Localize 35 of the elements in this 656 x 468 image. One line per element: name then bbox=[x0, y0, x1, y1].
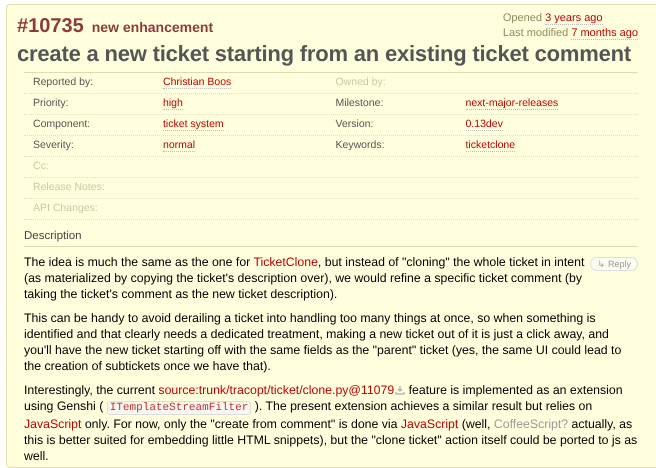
field-label: Priority: bbox=[33, 96, 70, 112]
field-value-link[interactable]: high bbox=[163, 97, 183, 110]
field-label: Release Notes: bbox=[33, 180, 106, 196]
description-heading: Description bbox=[24, 228, 638, 248]
description-paragraph: This can be handy to avoid derailing a ticket into handling too many things at once, so when something is identified and that clearly needs a dedicated treatment, making a new ticket out of it is just a click away, and you'll have the new ticket starting off with the same fields as the "parent" ticket (yes, the same UI could lead to the creation of subtickets once we have that). bbox=[24, 310, 622, 374]
wiki-link[interactable]: TicketClone bbox=[253, 255, 318, 270]
field-value-link[interactable]: ticketclone bbox=[466, 139, 516, 152]
description-paragraph: Interestingly, the current source:trunk/tracopt/ticket/clone.py@11079 feature is implemented as an extension using Genshi ( ITemplateStreamFilter ). The present extension achieves a similar result but relies on JavaScript only. For now, only the "create from comment" is done via JavaScript (well, CoffeeScript? actually, as this is better suited for embedding little HTML snippets), but the "clone ticket" action itself could be ported to js as well. bbox=[24, 382, 638, 464]
code-name: ITemplateStreamFilter bbox=[106, 401, 252, 416]
field-value-link[interactable]: ticket system bbox=[163, 118, 224, 132]
field-value-link[interactable]: next-major-releases bbox=[466, 97, 558, 110]
modified-label: Last modified bbox=[502, 27, 568, 39]
modified-link[interactable]: 7 months ago bbox=[571, 27, 638, 40]
field-label: Owned by: bbox=[336, 75, 387, 90]
field-label: Cc: bbox=[33, 159, 50, 174]
ticket-number: #10735 bbox=[17, 14, 84, 39]
ticket-title: create a new ticket starting from an existing ticket comment bbox=[17, 41, 632, 67]
opened-link[interactable]: 3 years ago bbox=[545, 12, 603, 25]
field-value-link[interactable]: 0.13dev bbox=[466, 118, 503, 132]
opened-label: Opened bbox=[502, 12, 542, 24]
ticket-type: new enhancement bbox=[92, 18, 214, 37]
field-value-link[interactable]: normal bbox=[163, 139, 196, 152]
field-label: Severity: bbox=[33, 138, 75, 154]
field-label: Component: bbox=[33, 117, 92, 132]
download-icon[interactable] bbox=[395, 385, 406, 396]
wiki-link[interactable]: source:trunk/tracopt/ticket/clone.py@11079 bbox=[158, 383, 394, 398]
field-label: Keywords: bbox=[336, 138, 386, 154]
field-label: Reported by: bbox=[33, 75, 94, 90]
field-label: Milestone: bbox=[336, 96, 384, 112]
wiki-link[interactable]: JavaScript bbox=[400, 417, 458, 432]
field-label: Version: bbox=[336, 117, 374, 132]
description-paragraph: The idea is much the same as the one for TicketClone, but instead of "cloning" the whole ticket in intent (as materialized by copying the ticket's description over), we would refine a specific ticket comment (by taking the ticket's comment as the new ticket description). bbox=[24, 254, 586, 302]
field-value-link[interactable]: Christian Boos bbox=[163, 76, 232, 90]
wiki-link[interactable]: JavaScript bbox=[24, 417, 82, 432]
field-label: API Changes: bbox=[33, 201, 99, 216]
